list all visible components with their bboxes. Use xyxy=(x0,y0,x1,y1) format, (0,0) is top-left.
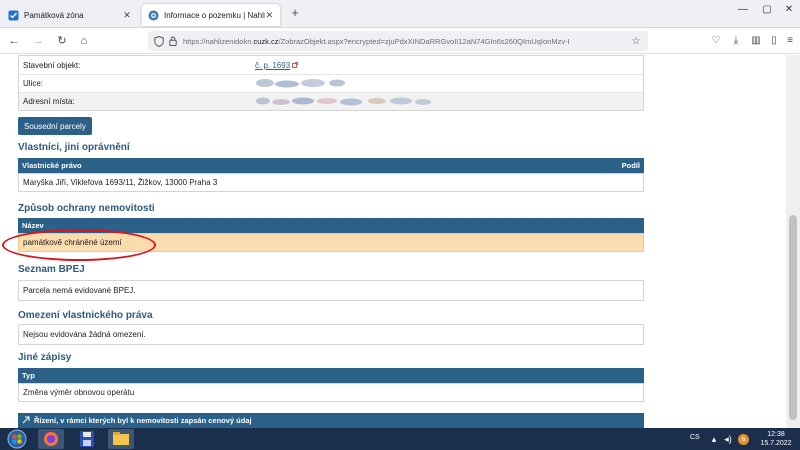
tab-pamatkova-zona[interactable]: Památková zóna ✕ xyxy=(2,4,138,26)
sidebar-icon[interactable]: ▯ xyxy=(766,33,782,49)
restrictions-title: Omezení vlastnického práva xyxy=(18,310,153,321)
save-floppy-icon[interactable] xyxy=(74,429,100,449)
back-arrow-icon[interactable]: ← xyxy=(6,33,22,49)
column-header: Název xyxy=(22,221,44,230)
expand-arrow-icon xyxy=(22,416,30,424)
library-icon[interactable]: ▥ xyxy=(748,33,764,49)
parcel-info-table: Stavební objekt: č. p. 1693 Ulice: Adres… xyxy=(18,55,644,111)
table-row: Parcela nemá evidované BPEJ. xyxy=(18,280,644,301)
building-link[interactable]: č. p. 1693 xyxy=(255,61,290,70)
lock-icon[interactable] xyxy=(169,36,177,46)
bookmark-star-icon[interactable]: ☆ xyxy=(630,36,642,47)
table-row: Změna výměr obnovou operátu xyxy=(18,383,644,402)
home-icon[interactable]: ⌂ xyxy=(76,33,92,49)
red-annotation-oval xyxy=(2,229,156,261)
external-link-icon[interactable] xyxy=(292,61,299,68)
page-content: Stavební objekt: č. p. 1693 Ulice: Adres… xyxy=(0,55,786,428)
column-header: Typ xyxy=(22,371,35,380)
column-header: Vlastnické právo xyxy=(22,161,82,170)
scrollbar-thumb[interactable] xyxy=(789,215,797,420)
url-text[interactable]: https://nahlizenidokn.cuzk.cz/ZobrazObje… xyxy=(183,37,630,46)
vertical-scrollbar[interactable] xyxy=(786,55,800,428)
clock-date: 15.7.2022 xyxy=(760,440,792,447)
tab-close-icon[interactable]: ✕ xyxy=(122,10,132,21)
proceedings-header-label: Řízení, v rámci kterých byl k nemovitost… xyxy=(34,416,252,425)
avast-icon[interactable]: a xyxy=(738,434,749,445)
proceedings-header[interactable]: Řízení, v rámci kterých byl k nemovitost… xyxy=(18,413,644,428)
close-window-button[interactable]: ✕ xyxy=(774,0,800,20)
neighbor-parcels-button[interactable]: Sousední parcely xyxy=(18,117,92,135)
navigation-bar: ← → ↻ ⌂ https://nahlizenidokn.cuzk.cz/Zo… xyxy=(0,28,800,54)
globe-favicon-icon xyxy=(148,10,159,20)
redacted-blur-icon xyxy=(256,97,431,105)
bpej-title: Seznam BPEJ xyxy=(18,264,85,275)
row-label: Stavební objekt: xyxy=(23,60,81,70)
tab-label: Informace o pozemku | Nahlíže xyxy=(164,10,265,20)
tab-bar: Památková zóna ✕ Informace o pozemku | N… xyxy=(0,0,800,28)
other-records-title: Jiné zápisy xyxy=(18,352,72,363)
protection-title: Způsob ochrany nemovitosti xyxy=(18,203,155,214)
row-label: Ulice: xyxy=(23,79,44,88)
redacted-blur-icon xyxy=(256,78,345,87)
new-tab-button[interactable]: + xyxy=(288,6,302,20)
shield-icon[interactable] xyxy=(154,35,164,47)
column-header: Podíl xyxy=(621,161,640,170)
file-explorer-icon[interactable] xyxy=(108,429,134,449)
menu-icon[interactable]: ≡ xyxy=(782,33,798,49)
checkbox-favicon-icon xyxy=(8,10,19,20)
redacted-value xyxy=(255,77,643,91)
download-icon[interactable]: ⤓ xyxy=(728,33,744,49)
firefox-icon[interactable] xyxy=(38,429,64,449)
language-indicator[interactable]: CS xyxy=(690,434,700,441)
table-row: Nejsou evidována žádná omezení. xyxy=(18,324,644,345)
tab-label: Památková zóna xyxy=(24,10,84,20)
row-label: Adresní místa: xyxy=(23,97,75,106)
pocket-icon[interactable]: ♡ xyxy=(708,33,724,49)
windows-taskbar: CS ▴ ◂) a 12:38 15.7.2022 xyxy=(0,428,800,450)
clock-time: 12:38 xyxy=(767,431,785,438)
tray-arrow-icon[interactable]: ▴ xyxy=(708,433,720,445)
clock[interactable]: 12:38 15.7.2022 xyxy=(756,430,796,448)
table-row: Stavební objekt: č. p. 1693 xyxy=(19,56,643,74)
tab-close-icon[interactable]: ✕ xyxy=(265,10,274,21)
start-button-icon[interactable] xyxy=(4,429,30,449)
table-row: Adresní místa: xyxy=(19,92,643,110)
table-row: Ulice: xyxy=(19,74,643,92)
other-records-table-header: Typ xyxy=(18,368,644,383)
speaker-icon[interactable]: ◂) xyxy=(722,433,734,445)
redacted-value xyxy=(255,95,643,109)
table-row: Maryška Jiří, Viklefova 1693/11, Žižkov,… xyxy=(18,173,644,192)
owners-title: Vlastníci, jiní oprávnění xyxy=(18,142,130,153)
forward-arrow-icon[interactable]: → xyxy=(30,33,46,49)
owners-table-header: Vlastnické právo Podíl xyxy=(18,158,644,173)
tab-informace-o-pozemku[interactable]: Informace o pozemku | Nahlíže ✕ xyxy=(142,4,280,26)
reload-icon[interactable]: ↻ xyxy=(54,33,70,49)
address-bar[interactable]: https://nahlizenidokn.cuzk.cz/ZobrazObje… xyxy=(148,31,648,51)
